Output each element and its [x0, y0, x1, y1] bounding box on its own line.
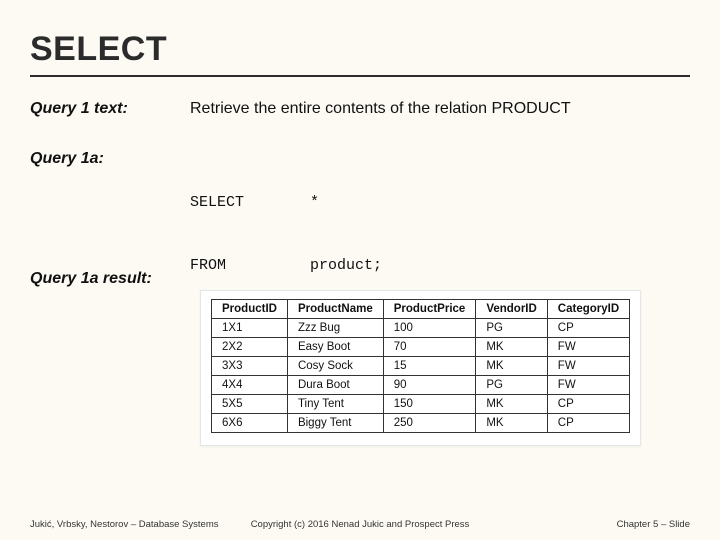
table-row: 2X2 Easy Boot 70 MK FW: [212, 338, 630, 357]
footer: Jukić, Vrbsky, Nestorov – Database Syste…: [30, 519, 690, 530]
footer-center: Copyright (c) 2016 Nenad Jukic and Prosp…: [251, 519, 470, 530]
table-row: 1X1 Zzz Bug 100 PG CP: [212, 319, 630, 338]
table-header-row: ProductID ProductName ProductPrice Vendo…: [212, 300, 630, 319]
query1a-result-label: Query 1a result:: [30, 270, 190, 288]
result-table-container: ProductID ProductName ProductPrice Vendo…: [200, 290, 641, 446]
table-row: 3X3 Cosy Sock 15 MK FW: [212, 357, 630, 376]
slide: SELECT Query 1 text: Retrieve the entire…: [0, 0, 720, 540]
footer-left: Jukić, Vrbsky, Nestorov – Database Syste…: [30, 519, 218, 530]
code-select-keyword: SELECT: [190, 192, 310, 213]
query1a-result-row: Query 1a result:: [30, 270, 690, 288]
result-table: ProductID ProductName ProductPrice Vendo…: [211, 299, 630, 433]
col-productname: ProductName: [287, 300, 383, 319]
table-row: 4X4 Dura Boot 90 PG FW: [212, 376, 630, 395]
col-productid: ProductID: [212, 300, 288, 319]
code-line-select: SELECT*: [190, 192, 690, 213]
col-productprice: ProductPrice: [383, 300, 476, 319]
query1a-label: Query 1a:: [30, 150, 190, 168]
query1-text-row: Query 1 text: Retrieve the entire conten…: [30, 100, 690, 118]
query1-text-label: Query 1 text:: [30, 100, 190, 118]
col-vendorid: VendorID: [476, 300, 547, 319]
page-title: SELECT: [30, 30, 690, 77]
table-row: 5X5 Tiny Tent 150 MK CP: [212, 395, 630, 414]
col-categoryid: CategoryID: [547, 300, 629, 319]
table-row: 6X6 Biggy Tent 250 MK CP: [212, 414, 630, 433]
code-select-arg: *: [310, 194, 319, 211]
query1-text-description: Retrieve the entire contents of the rela…: [190, 100, 690, 118]
footer-right: Chapter 5 – Slide: [617, 519, 690, 530]
